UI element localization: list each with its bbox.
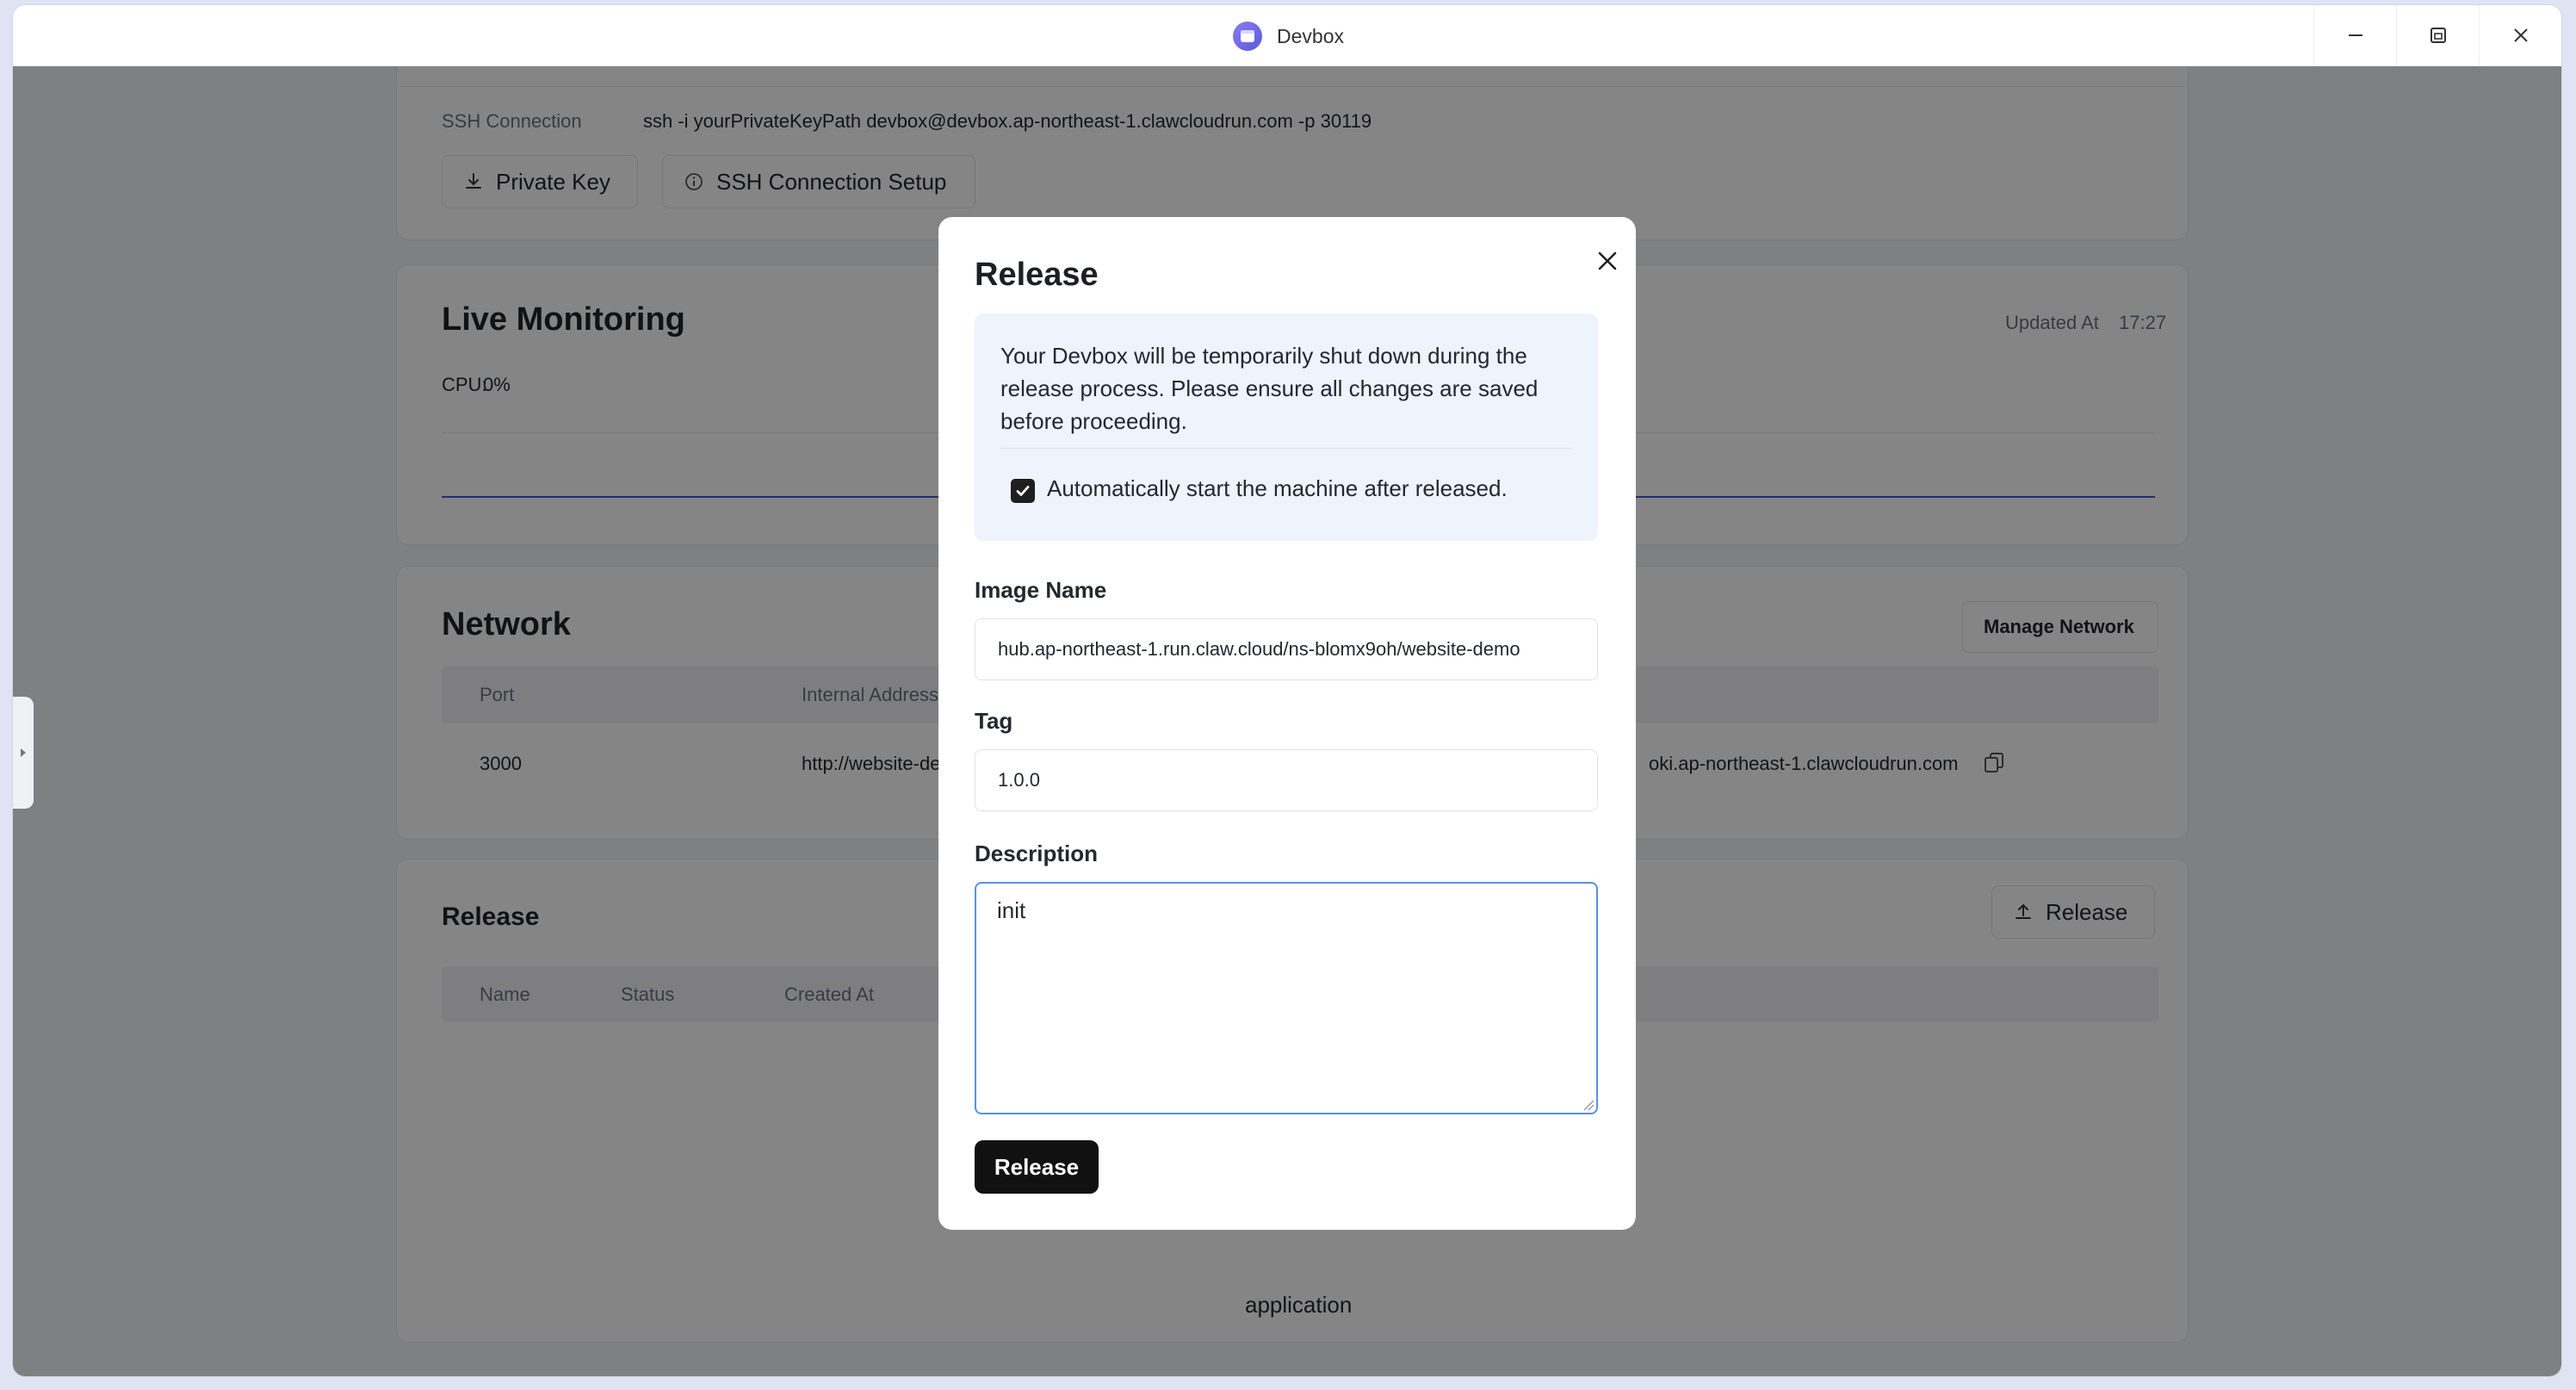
sidebar-toggle[interactable] <box>13 697 34 809</box>
close-window-button[interactable] <box>2479 5 2561 65</box>
minimize-button[interactable] <box>2313 5 2397 65</box>
checkmark-icon <box>1016 486 1030 496</box>
image-name-label: Image Name <box>975 577 1107 603</box>
description-textarea[interactable]: init <box>975 882 1598 1114</box>
dialog-title: Release <box>975 257 1099 293</box>
release-notice: Your Devbox will be temporarily shut dow… <box>975 313 1598 541</box>
restore-icon <box>2430 28 2446 43</box>
title-group: Devbox <box>1232 19 1344 53</box>
auto-start-checkbox[interactable] <box>1011 479 1035 503</box>
close-icon <box>2514 28 2528 42</box>
app-window: Devbox SSH Connection ssh -i yourPrivate… <box>13 5 2561 1376</box>
window-title: Devbox <box>1277 24 1344 47</box>
dialog-close-button[interactable] <box>1589 243 1625 279</box>
resize-handle-icon[interactable] <box>1582 1099 1595 1111</box>
description-label: Description <box>975 841 1099 866</box>
notice-divider <box>1000 448 1572 449</box>
devbox-logo-icon <box>1232 21 1263 52</box>
title-bar: Devbox <box>13 5 2561 66</box>
release-submit-button[interactable]: Release <box>975 1140 1099 1194</box>
auto-start-label[interactable]: Automatically start the machine after re… <box>1047 475 1508 502</box>
tag-label: Tag <box>975 708 1013 734</box>
close-icon <box>1598 251 1617 270</box>
notice-text: Your Devbox will be temporarily shut dow… <box>1000 343 1539 434</box>
caret-right-icon <box>21 748 26 757</box>
tag-input[interactable]: 1.0.0 <box>975 749 1598 811</box>
image-name-input[interactable]: hub.ap-northeast-1.run.claw.cloud/ns-blo… <box>975 618 1598 680</box>
maximize-button[interactable] <box>2396 5 2480 65</box>
release-dialog: Release Your Devbox will be temporarily … <box>938 217 1636 1230</box>
minimize-icon <box>2349 34 2362 36</box>
